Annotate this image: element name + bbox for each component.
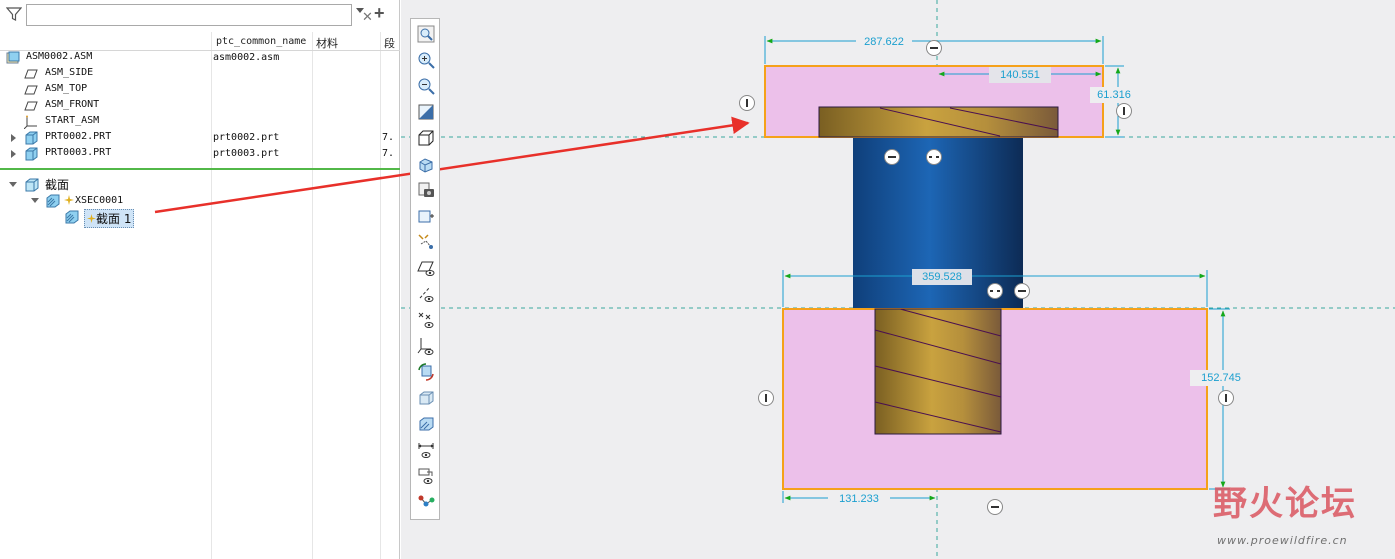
section-view-drawing[interactable]	[0, 0, 1395, 559]
repaint-icon[interactable]	[416, 492, 436, 512]
zoom-in-icon[interactable]	[416, 50, 436, 70]
view-manager-icon[interactable]	[416, 180, 436, 200]
display-style-icon[interactable]	[416, 128, 436, 148]
plane-display-icon[interactable]	[416, 258, 436, 278]
dimension-top-offset[interactable]: 140.551	[989, 67, 1051, 83]
dimension-bottom-width[interactable]: 359.528	[912, 269, 972, 285]
perspective-icon[interactable]	[416, 206, 436, 226]
datum-display-icon[interactable]	[416, 232, 436, 252]
dimension-bottom-height[interactable]: 152.745	[1190, 370, 1252, 386]
point-display-icon[interactable]	[416, 310, 436, 330]
horizontal-constraint-icon	[884, 149, 900, 165]
dimension-top-width[interactable]: 287.622	[856, 34, 912, 50]
spin-center-icon[interactable]	[416, 362, 436, 382]
zoom-out-icon[interactable]	[416, 76, 436, 96]
vertical-constraint-icon	[739, 95, 755, 111]
vertical-constraint-icon	[758, 390, 774, 406]
annotation-arrow	[154, 116, 750, 214]
app-window: ✕ + ptc_common_name 材料 段 ASM0002.ASM asm…	[0, 0, 1395, 559]
vertical-constraint-icon	[1218, 390, 1234, 406]
annotation-display-icon[interactable]	[416, 388, 436, 408]
forum-watermark: 野火论坛 www.proewildfire.cn	[1205, 476, 1395, 556]
watermark-logo-text: 野火论坛	[1213, 484, 1357, 524]
equal-constraint-icon	[926, 149, 942, 165]
named-view-icon[interactable]	[416, 466, 436, 486]
dimension-display-icon[interactable]	[416, 440, 436, 460]
horizontal-constraint-icon	[987, 499, 1003, 515]
zoom-fit-icon[interactable]	[416, 24, 436, 44]
csys-display-icon[interactable]	[416, 336, 436, 356]
view-toolbar	[410, 18, 440, 520]
refit-icon[interactable]	[416, 102, 436, 122]
bottom-bolt-shank	[874, 308, 1002, 435]
horizontal-constraint-icon	[926, 40, 942, 56]
section-display-icon[interactable]	[416, 414, 436, 434]
dimension-bottom-offset[interactable]: 131.233	[828, 491, 890, 507]
horizontal-constraint-icon	[1014, 283, 1030, 299]
saved-orientations-icon[interactable]	[416, 154, 436, 174]
dimension-top-height[interactable]: 61.316	[1090, 87, 1138, 103]
axis-display-icon[interactable]	[416, 284, 436, 304]
equal-constraint-icon	[987, 283, 1003, 299]
watermark-url: www.proewildfire.cn	[1217, 534, 1348, 547]
vertical-constraint-icon	[1116, 103, 1132, 119]
